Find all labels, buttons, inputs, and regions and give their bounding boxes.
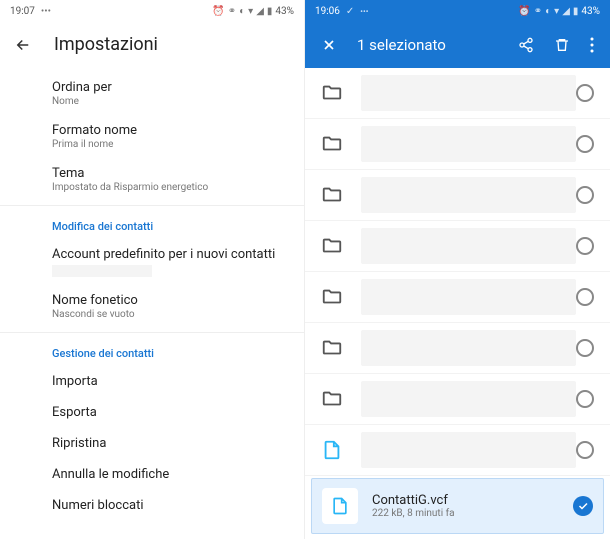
document-icon xyxy=(322,488,358,524)
dnd-icon: ◐ xyxy=(239,6,245,17)
section-edit-contacts: Modifica dei contatti xyxy=(0,210,304,239)
dnd-icon: ◐ xyxy=(545,6,551,17)
time: 19:07 xyxy=(10,6,35,17)
battery-pct: 43% xyxy=(275,6,294,17)
select-radio[interactable] xyxy=(576,237,594,255)
statusbar-right: 19:06 ✓ ••• ⏰ ⚭ ◐ ▾ ◢ ▮ 43% xyxy=(305,0,610,22)
more-icon[interactable] xyxy=(590,37,594,53)
section-manage-contacts: Gestione dei contatti xyxy=(0,337,304,366)
select-radio[interactable] xyxy=(576,186,594,204)
folder-icon xyxy=(321,133,343,155)
checkmark-icon[interactable] xyxy=(573,496,593,516)
file-row[interactable] xyxy=(305,272,610,323)
link-icon: ⚭ xyxy=(228,6,236,17)
folder-icon xyxy=(321,388,343,410)
folder-icon xyxy=(321,337,343,359)
select-radio[interactable] xyxy=(576,135,594,153)
select-radio[interactable] xyxy=(576,288,594,306)
link-icon: ⚭ xyxy=(534,6,542,17)
file-row[interactable] xyxy=(305,221,610,272)
file-meta: 222 kB, 8 minuti fa xyxy=(372,508,573,519)
selection-appbar: 1 selezionato xyxy=(305,22,610,68)
alarm-icon: ⏰ xyxy=(212,6,224,17)
time: 19:06 xyxy=(315,6,340,17)
close-icon[interactable] xyxy=(321,37,337,53)
signal-icon: ◢ xyxy=(256,6,264,17)
battery-icon: ▮ xyxy=(573,6,579,17)
file-row[interactable] xyxy=(305,68,610,119)
appbar: Impostazioni xyxy=(0,22,304,68)
battery-icon: ▮ xyxy=(267,6,273,17)
back-icon[interactable] xyxy=(14,36,32,54)
folder-icon xyxy=(321,235,343,257)
setting-export[interactable]: Esporta xyxy=(0,397,304,428)
statusbar-left: 19:07 ••• ⏰ ⚭ ◐ ▾ ◢ ▮ 43% xyxy=(0,0,304,22)
setting-theme[interactable]: Tema Impostato da Risparmio energetico xyxy=(0,158,304,201)
wifi-icon: ▾ xyxy=(248,6,253,17)
select-radio[interactable] xyxy=(576,441,594,459)
file-row[interactable] xyxy=(305,425,610,476)
select-radio[interactable] xyxy=(576,84,594,102)
select-radio[interactable] xyxy=(576,339,594,357)
battery-pct: 43% xyxy=(581,6,600,17)
setting-blocked[interactable]: Numeri bloccati xyxy=(0,490,304,521)
file-row-selected[interactable]: ContattiG.vcf 222 kB, 8 minuti fa xyxy=(311,478,604,534)
folder-icon xyxy=(321,286,343,308)
setting-default-account[interactable]: Account predefinito per i nuovi contatti xyxy=(0,239,304,285)
setting-undo[interactable]: Annulla le modifiche xyxy=(0,459,304,490)
file-row[interactable] xyxy=(305,119,610,170)
file-name: ContattiG.vcf xyxy=(372,493,573,508)
folder-icon xyxy=(321,184,343,206)
alarm-icon: ⏰ xyxy=(518,6,530,17)
file-row[interactable] xyxy=(305,323,610,374)
page-title: Impostazioni xyxy=(54,34,158,55)
delete-icon[interactable] xyxy=(554,37,570,53)
folder-icon xyxy=(321,82,343,104)
selection-count: 1 selezionato xyxy=(357,36,498,54)
setting-import[interactable]: Importa xyxy=(0,366,304,397)
share-icon[interactable] xyxy=(518,37,534,53)
setting-restore[interactable]: Ripristina xyxy=(0,428,304,459)
signal-icon: ◢ xyxy=(562,6,570,17)
document-icon xyxy=(321,439,343,461)
file-row[interactable] xyxy=(305,170,610,221)
setting-sort[interactable]: Ordina per Nome xyxy=(0,72,304,115)
wifi-icon: ▾ xyxy=(554,6,559,17)
select-radio[interactable] xyxy=(576,390,594,408)
setting-phonetic-name[interactable]: Nome fonetico Nascondi se vuoto xyxy=(0,285,304,328)
file-row[interactable] xyxy=(305,374,610,425)
setting-name-format[interactable]: Formato nome Prima il nome xyxy=(0,115,304,158)
